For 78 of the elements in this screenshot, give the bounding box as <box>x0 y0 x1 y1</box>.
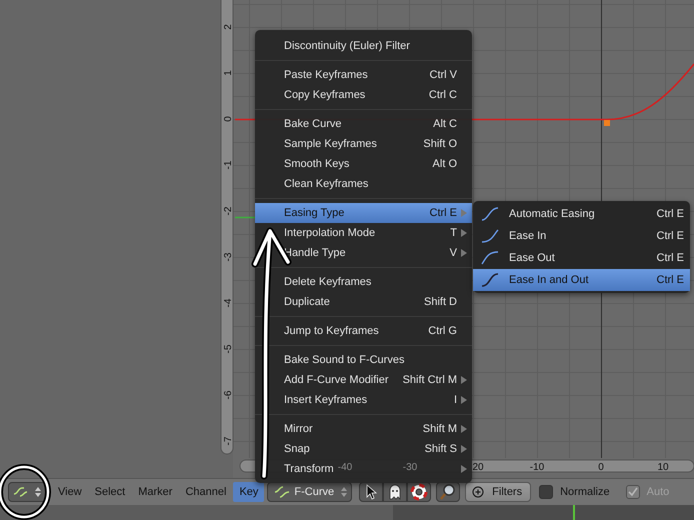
axis-label: 2 <box>223 24 234 30</box>
menu-item[interactable]: Insert Keyframes <box>255 392 368 408</box>
menu-item[interactable]: Automatic Easing Ctrl E <box>473 203 690 225</box>
menu-item[interactable]: Clean Keyframes <box>255 176 368 192</box>
graph-icon <box>274 485 290 499</box>
menu-button[interactable]: View <box>52 482 88 502</box>
menu-item[interactable]: Jump to Keyframes <box>255 322 379 340</box>
curve-icon <box>480 228 500 244</box>
axis-label: 10 <box>657 462 669 473</box>
menu-button[interactable]: Channel <box>179 482 232 502</box>
menu-item[interactable]: Paste Keyframes <box>255 66 368 84</box>
filters-button[interactable]: Filters <box>465 482 532 502</box>
shortcut-label: Shift D <box>424 294 457 310</box>
curve-icon <box>480 206 500 222</box>
updown-arrows-icon <box>35 486 41 498</box>
search-icon <box>439 483 458 501</box>
menu-item[interactable]: Discontinuity (Euler) Filter <box>255 38 410 54</box>
menu-item[interactable]: Transform <box>255 460 334 478</box>
shortcut-label: Shift S <box>424 442 457 457</box>
menu-item[interactable]: Bake Curve <box>255 116 342 132</box>
menu-button[interactable]: Select <box>88 482 132 502</box>
axis-label: -6 <box>223 390 234 400</box>
shortcut-label: Shift Ctrl M <box>402 372 457 388</box>
toolbar-button[interactable] <box>407 482 432 502</box>
menu-item[interactable]: Mirror <box>255 420 313 438</box>
shortcut-label: Shift O <box>423 136 457 152</box>
shortcut-label: Alt C <box>433 116 457 132</box>
menu-item[interactable]: Interpolation Mode <box>255 224 376 242</box>
shortcut-label: Ctrl V <box>430 68 457 83</box>
curve-icon <box>480 272 500 288</box>
menu-item[interactable]: Ease In and Out Ctrl E <box>473 269 690 291</box>
axis-label: -5 <box>223 344 234 354</box>
mode-dropdown[interactable]: F-Curve <box>267 482 352 502</box>
shortcut-label: V <box>450 246 457 261</box>
normalize-checkbox[interactable] <box>539 485 554 499</box>
menu-item[interactable]: Ease Out Ctrl E <box>473 247 690 269</box>
menu-item[interactable]: Bake Sound to F-Curves <box>255 352 404 368</box>
shortcut-label: Alt O <box>432 156 457 172</box>
menu-item[interactable]: Sample Keyframes <box>255 136 377 152</box>
plus-icon <box>472 486 484 498</box>
axis-label: -3 <box>223 252 234 262</box>
menu-item[interactable]: Delete Keyframes <box>255 274 372 290</box>
menu-item[interactable]: Smooth Keys <box>255 156 350 172</box>
updown-arrows-icon <box>341 486 348 498</box>
axis-label: -2 <box>223 206 234 216</box>
circle-annotation <box>0 464 51 520</box>
axis-label: 0 <box>598 462 604 473</box>
menu-item[interactable]: Easing Type Ctrl E <box>255 203 472 223</box>
axis-label: 1 <box>223 70 234 76</box>
menu-item[interactable]: Ease In Ctrl E <box>473 225 690 247</box>
shortcut-label: Ctrl C <box>428 88 457 103</box>
menu-item[interactable]: Copy Keyframes <box>255 86 366 104</box>
lifebuoy-icon <box>410 483 428 501</box>
zoom-button[interactable] <box>436 482 460 502</box>
menu-item[interactable]: Snap <box>255 440 310 458</box>
current-frame-line <box>573 505 575 520</box>
axis-label: -30 <box>402 462 418 473</box>
checkbox-label: Normalize <box>560 484 610 500</box>
axis-label: -1 <box>223 160 234 170</box>
shortcut-label: T <box>450 226 457 241</box>
axis-label: -10 <box>530 462 544 473</box>
axis-label: -4 <box>223 298 234 308</box>
shortcut-label: Shift M <box>422 422 457 437</box>
menu-item[interactable]: Add F-Curve Modifier <box>255 372 389 388</box>
menu-item[interactable]: Duplicate <box>255 294 330 310</box>
toolbar-button[interactable] <box>383 482 408 502</box>
menu-button[interactable]: Key <box>233 482 264 502</box>
editor-type-button[interactable] <box>8 482 46 502</box>
axis-label: -7 <box>223 436 234 446</box>
axis-label: 20 <box>472 462 484 473</box>
toolbar-button[interactable] <box>359 482 384 502</box>
shortcut-label: Ctrl G <box>428 324 457 339</box>
shortcut-label: I <box>454 392 457 408</box>
axis-label: -40 <box>338 462 352 473</box>
axis-label: 0 <box>223 116 234 122</box>
curve-icon <box>480 250 500 266</box>
keyframe-point <box>604 120 610 126</box>
menu-button[interactable]: Marker <box>132 482 178 502</box>
